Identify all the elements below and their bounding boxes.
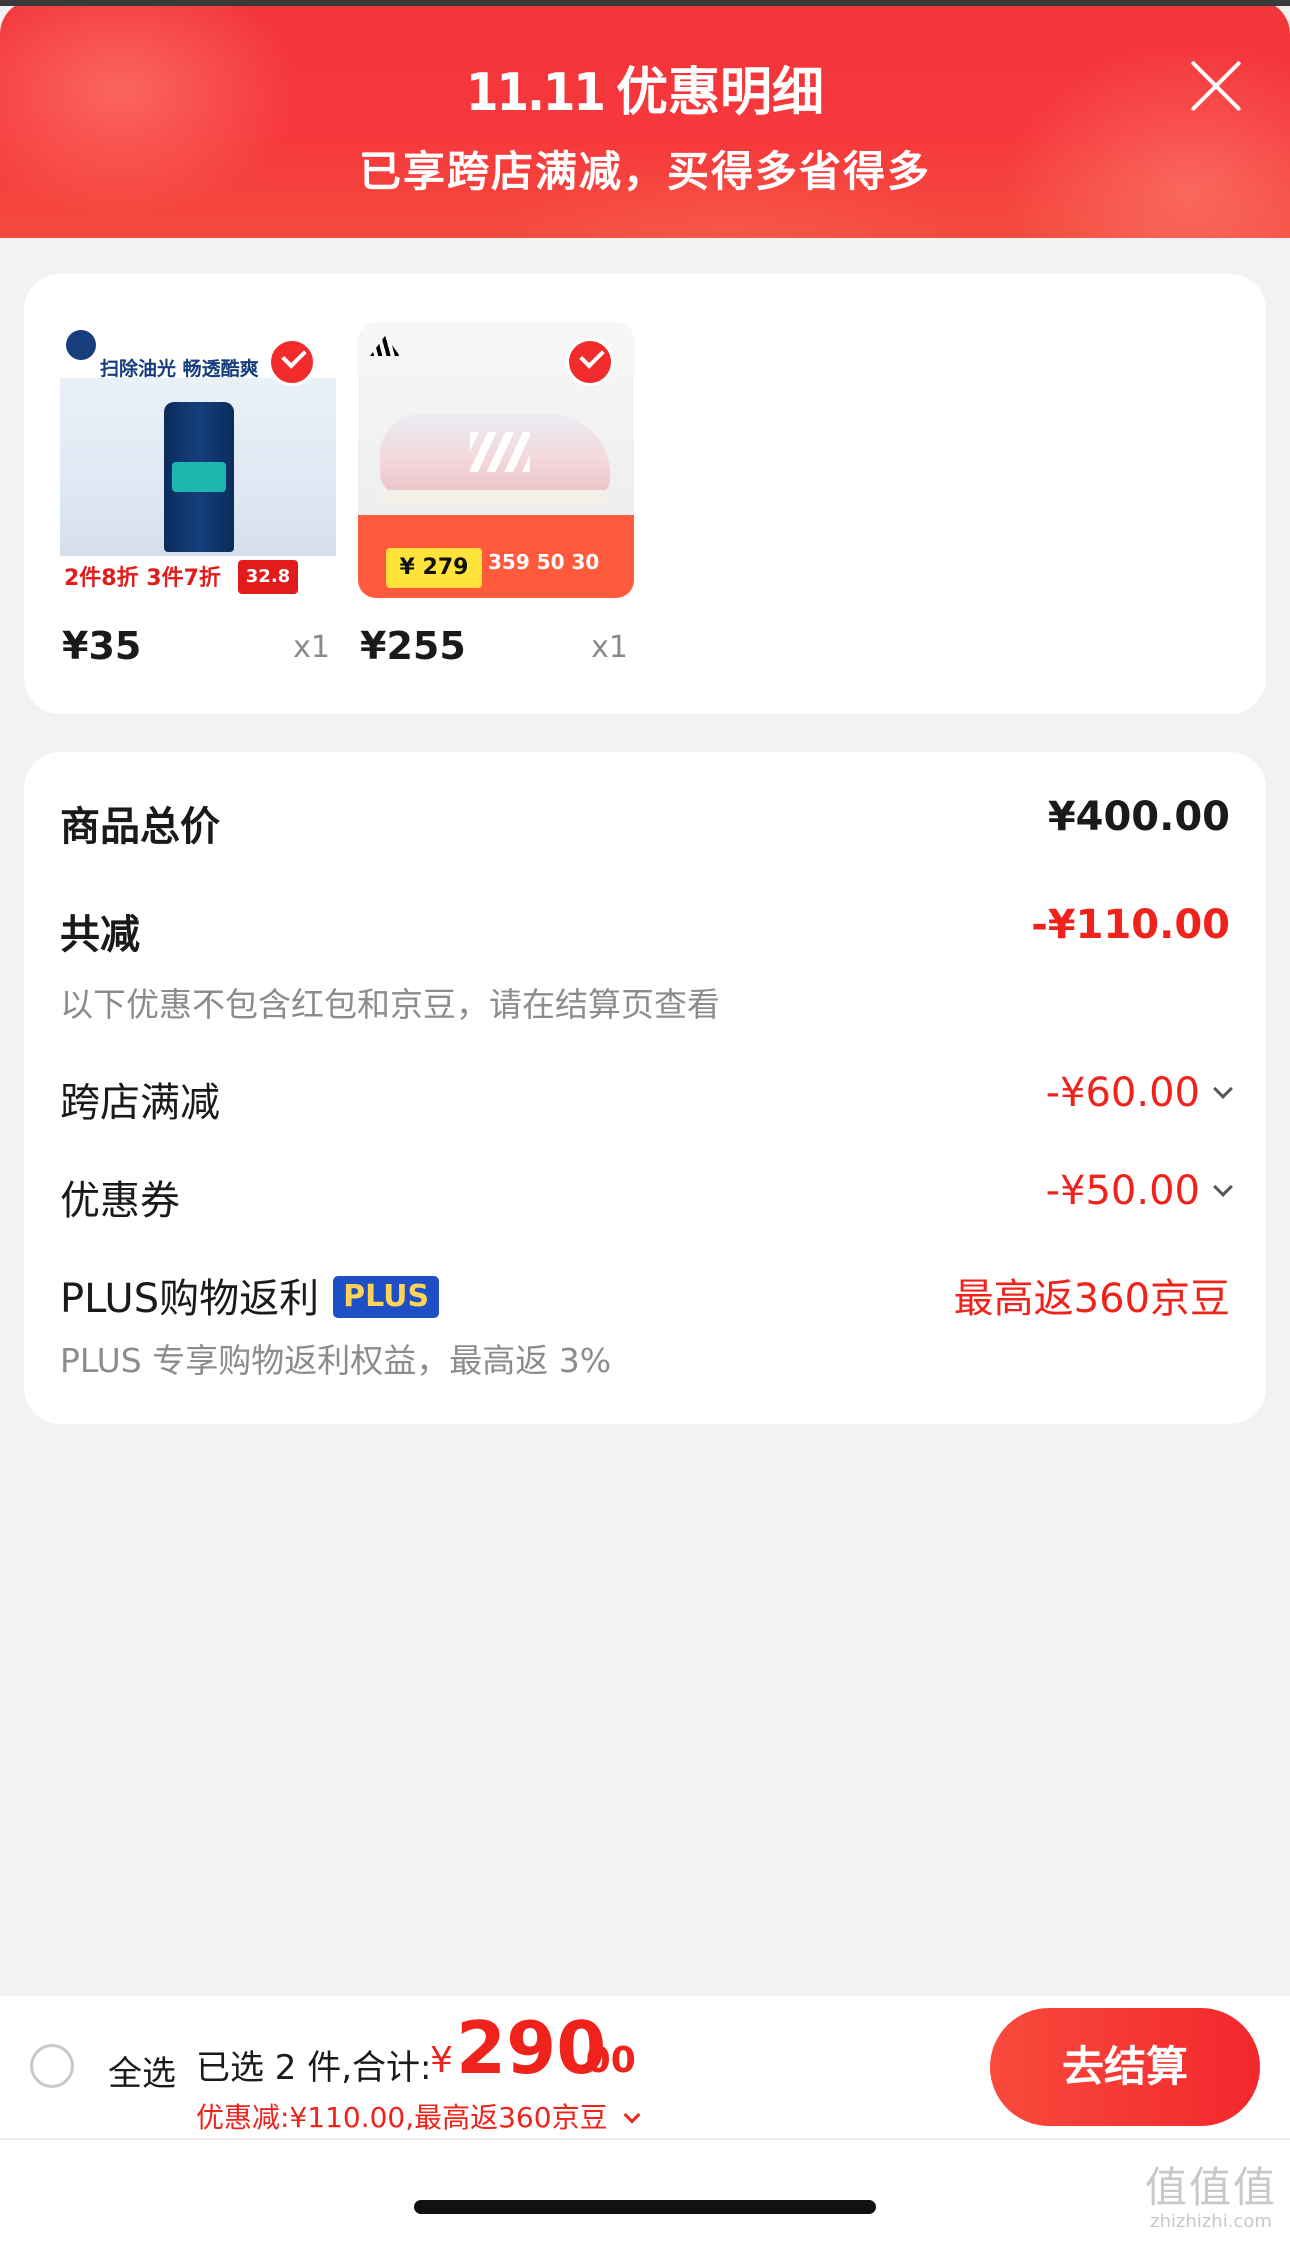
product-image[interactable]: 扫除油光 畅透酷爽 2件8折 3件7折 32.8 xyxy=(60,322,336,598)
image-promo-strip: 2件8折 3件7折 32.8 xyxy=(60,556,336,598)
watermark-url: zhizhizhi.com xyxy=(1150,2211,1272,2232)
coupon-row[interactable]: -¥50.00 xyxy=(1045,1168,1233,1214)
checkout-button[interactable]: 去结算 xyxy=(990,2008,1260,2126)
reduce-value: -¥110.00 xyxy=(1031,902,1230,948)
coupon-label: 优惠券 xyxy=(60,1178,180,1224)
cross-store-label: 跨店满减 xyxy=(60,1080,220,1126)
product-price: ¥35 xyxy=(62,624,142,668)
reduce-note: 以下优惠不包含红包和京豆，请在结算页查看 xyxy=(60,985,720,1024)
cross-store-value: -¥60.00 xyxy=(1045,1070,1200,1116)
selected-count: 已选 2 件,合计: xyxy=(196,2048,432,2088)
chevron-down-icon[interactable] xyxy=(1213,1079,1233,1099)
price-summary-card: 商品总价 ¥400.00 共减 -¥110.00 以下优惠不包含红包和京豆，请在… xyxy=(24,752,1266,1424)
image-promo-text: 2件8折 3件7折 xyxy=(64,566,221,591)
product-list-card: 扫除油光 畅透酷爽 2件8折 3件7折 32.8 ¥35 x1 ¥ 279 35… xyxy=(24,274,1266,714)
total-decimal: .00 xyxy=(572,2040,636,2081)
select-all-label[interactable]: 全选 xyxy=(108,2046,176,2095)
brand-logo-icon xyxy=(66,330,96,360)
home-indicator[interactable] xyxy=(414,2200,876,2214)
image-price: 32.8 xyxy=(238,560,298,594)
check-icon[interactable] xyxy=(268,338,316,386)
product-quantity: x1 xyxy=(293,630,330,665)
chevron-down-icon[interactable] xyxy=(623,2106,641,2124)
cross-store-row[interactable]: -¥60.00 xyxy=(1045,1070,1233,1116)
total-currency: ¥ xyxy=(430,2040,453,2081)
title-text: 优惠明细 xyxy=(615,63,824,123)
total-price-label: 商品总价 xyxy=(60,804,220,850)
reduce-label: 共减 xyxy=(60,912,140,958)
shoe-icon xyxy=(380,414,610,506)
product-item[interactable]: 扫除油光 畅透酷爽 2件8折 3件7折 32.8 ¥35 x1 xyxy=(60,322,336,668)
divider xyxy=(0,2138,1290,2140)
chevron-down-icon[interactable] xyxy=(1213,1177,1233,1197)
product-image[interactable]: ¥ 279 359 50 30 xyxy=(358,322,634,598)
image-promo-price: ¥ 279 xyxy=(386,548,482,588)
product-quantity: x1 xyxy=(591,630,628,665)
plus-note: PLUS 专享购物返利权益，最高返 3% xyxy=(60,1341,612,1380)
brand-logo-icon xyxy=(370,336,400,356)
total-price-value: ¥400.00 xyxy=(1047,794,1230,840)
plus-label: PLUS购物返利 xyxy=(60,1276,320,1322)
watermark-text: 值值值 xyxy=(1144,2163,1277,2212)
brand-logo-text: 11.11 xyxy=(466,63,606,123)
page-title: 11.11 优惠明细 xyxy=(0,50,1290,125)
plus-badge: PLUS xyxy=(333,1276,440,1318)
shoe-sole xyxy=(380,490,610,506)
close-icon[interactable] xyxy=(1186,56,1246,116)
page-subtitle: 已享跨店满减，买得多省得多 xyxy=(358,147,931,196)
select-all-radio-icon[interactable] xyxy=(30,2044,74,2088)
shoe-stripes xyxy=(470,432,530,472)
check-icon[interactable] xyxy=(566,338,614,386)
coupon-value: -¥50.00 xyxy=(1045,1168,1200,1214)
header-banner: 11.11 优惠明细 已享跨店满减，买得多省得多 xyxy=(0,0,1290,238)
plus-value: 最高返360京豆 xyxy=(953,1276,1230,1322)
discount-detail[interactable]: 优惠减:¥110.00,最高返360京豆 xyxy=(196,2096,641,2136)
product-tube-icon xyxy=(164,402,234,552)
product-price: ¥255 xyxy=(360,624,466,668)
watermark: 值值值 zhizhizhi.com xyxy=(1136,2164,1286,2232)
discount-text: 优惠减:¥110.00,最高返360京豆 xyxy=(196,2101,608,2134)
product-item[interactable]: ¥ 279 359 50 30 ¥255 x1 xyxy=(358,322,634,668)
image-promo-numbers: 359 50 30 xyxy=(488,550,600,574)
plus-row-label: PLUS购物返利 PLUS xyxy=(60,1266,440,1324)
top-edge xyxy=(0,0,1290,6)
image-slogan: 扫除油光 畅透酷爽 xyxy=(100,358,259,380)
